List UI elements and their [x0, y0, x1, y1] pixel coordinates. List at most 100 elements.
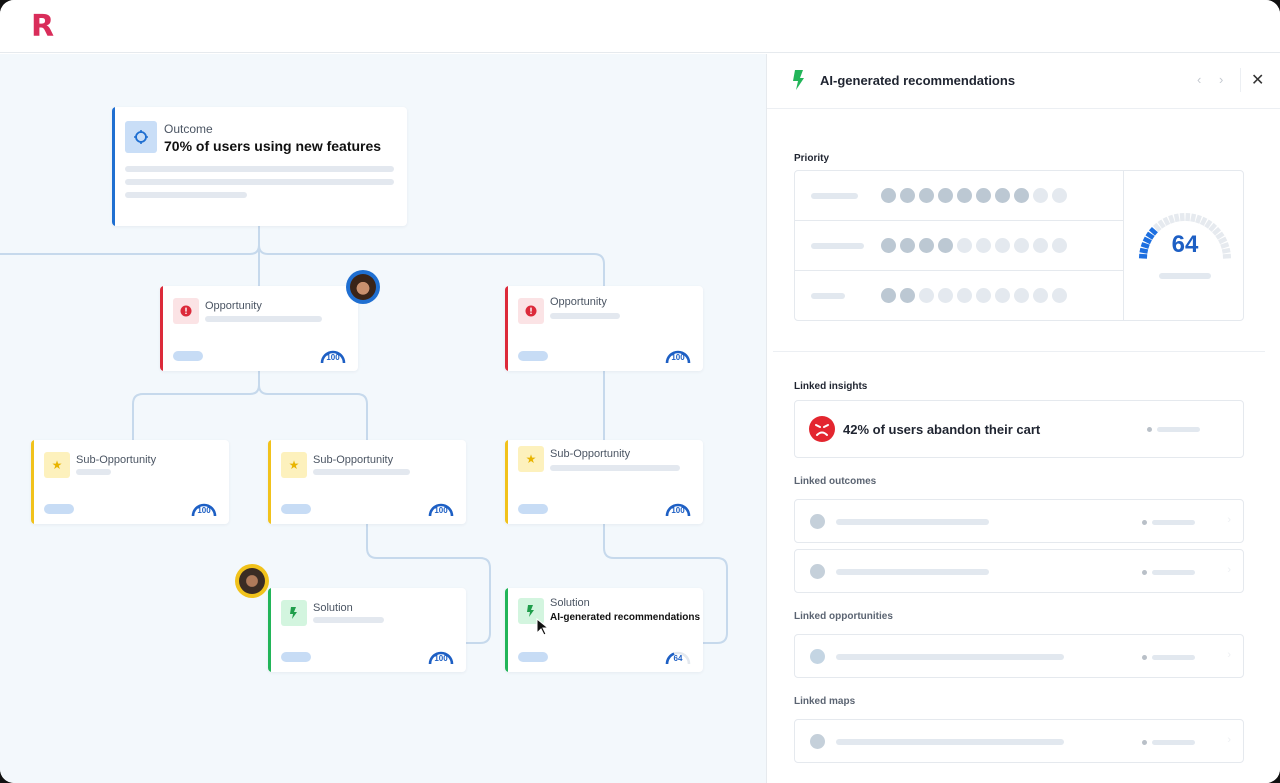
- avatar[interactable]: [235, 564, 269, 598]
- gauge-segment-empty: [1173, 213, 1180, 223]
- linked-outcome-item[interactable]: ›: [794, 549, 1244, 593]
- rating-dot-empty[interactable]: [1014, 238, 1029, 253]
- rating-dot-filled[interactable]: [976, 188, 991, 203]
- priority-box: 64: [794, 170, 1244, 321]
- status-pill: [518, 652, 548, 662]
- rating-dot-filled[interactable]: [900, 288, 915, 303]
- priority-row: [795, 221, 1124, 271]
- rating-dots[interactable]: [881, 238, 1067, 253]
- rating-dot-filled[interactable]: [995, 188, 1010, 203]
- solution-card[interactable]: Solution 100: [268, 588, 466, 672]
- rating-dot-empty[interactable]: [976, 288, 991, 303]
- star-icon: ★: [44, 452, 70, 478]
- score-value: 64: [673, 654, 683, 663]
- rating-dot-empty[interactable]: [938, 288, 953, 303]
- next-button[interactable]: ›: [1219, 72, 1223, 87]
- opportunity-card[interactable]: Opportunity 100: [505, 286, 703, 371]
- rating-dot-filled[interactable]: [881, 238, 896, 253]
- rating-dot-empty[interactable]: [957, 238, 972, 253]
- solution-card-selected[interactable]: Solution AI-generated recommendations 64: [505, 588, 703, 672]
- previous-button[interactable]: ‹: [1197, 72, 1201, 87]
- top-bar: R: [0, 0, 1280, 53]
- linked-maps-label: Linked maps: [794, 696, 856, 707]
- bolt-icon: [793, 70, 804, 90]
- rating-dot-filled[interactable]: [919, 238, 934, 253]
- linked-map-item[interactable]: ›: [794, 719, 1244, 763]
- score-gauge: 100: [191, 502, 217, 516]
- rating-dot-empty[interactable]: [1052, 288, 1067, 303]
- meta-dot: [1142, 655, 1147, 660]
- outcome-card[interactable]: Outcome 70% of users using new features: [112, 107, 407, 226]
- placeholder-line: [811, 243, 864, 249]
- panel-title: AI-generated recommendations: [820, 73, 1016, 88]
- placeholder-line: [836, 654, 1064, 660]
- star-icon: ★: [518, 446, 544, 472]
- rating-dot-empty[interactable]: [1052, 188, 1067, 203]
- rating-dot-filled[interactable]: [881, 288, 896, 303]
- rating-dot-empty[interactable]: [1033, 288, 1048, 303]
- close-button[interactable]: ✕: [1251, 70, 1264, 90]
- rating-dot-empty[interactable]: [1014, 288, 1029, 303]
- gauge-segment-empty: [1185, 212, 1191, 222]
- status-pill: [173, 351, 203, 361]
- linked-opportunity-item[interactable]: ›: [794, 634, 1244, 678]
- sub-opportunity-card[interactable]: ★ Sub-Opportunity 100: [31, 440, 229, 524]
- rating-dot-empty[interactable]: [1033, 238, 1048, 253]
- rating-dot-filled[interactable]: [900, 238, 915, 253]
- meta-dot: [1142, 570, 1147, 575]
- linked-outcome-item[interactable]: ›: [794, 499, 1244, 543]
- gauge-segment-empty: [1162, 216, 1171, 226]
- rating-dot-filled[interactable]: [938, 188, 953, 203]
- mouse-cursor-icon: [536, 618, 548, 636]
- sub-opportunity-card[interactable]: ★ Sub-Opportunity 100: [268, 440, 466, 524]
- insight-item[interactable]: 42% of users abandon their cart: [794, 400, 1244, 458]
- rating-dot-empty[interactable]: [957, 288, 972, 303]
- priority-score: 64: [1171, 231, 1199, 258]
- rating-dots[interactable]: [881, 188, 1067, 203]
- meta-dot: [1147, 427, 1152, 432]
- placeholder-line: [76, 469, 111, 475]
- rating-dot-filled[interactable]: [919, 188, 934, 203]
- rating-dot-filled[interactable]: [938, 238, 953, 253]
- avatar[interactable]: [346, 270, 380, 304]
- status-pill: [44, 504, 74, 514]
- divider: [1123, 171, 1124, 320]
- map-icon: [810, 734, 825, 749]
- meta-dot: [1142, 520, 1147, 525]
- rating-dot-filled[interactable]: [881, 188, 896, 203]
- placeholder-line: [550, 313, 620, 319]
- card-kind: Sub-Opportunity: [313, 454, 394, 466]
- gauge-segment-empty: [1190, 213, 1197, 223]
- card-kind: Sub-Opportunity: [76, 454, 157, 466]
- placeholder-line: [125, 179, 394, 185]
- rating-dot-empty[interactable]: [919, 288, 934, 303]
- rating-dot-filled[interactable]: [957, 188, 972, 203]
- card-stripe: [31, 440, 34, 524]
- opportunity-card[interactable]: Opportunity 100: [160, 286, 358, 371]
- logo[interactable]: R: [31, 12, 54, 42]
- alert-icon: [173, 298, 199, 324]
- placeholder-line: [1159, 273, 1211, 279]
- card-kind: Sub-Opportunity: [550, 448, 631, 460]
- placeholder-line: [1152, 655, 1195, 660]
- rating-dot-empty[interactable]: [995, 288, 1010, 303]
- gauge-segment-empty: [1204, 219, 1213, 229]
- rating-dot-empty[interactable]: [1052, 238, 1067, 253]
- solution-title: AI-generated recommendations: [550, 612, 701, 623]
- rating-dots[interactable]: [881, 288, 1067, 303]
- rating-dot-empty[interactable]: [976, 238, 991, 253]
- placeholder-line: [1152, 520, 1195, 525]
- score-gauge: 100: [428, 502, 454, 516]
- score-value: 100: [671, 506, 685, 515]
- rating-dot-empty[interactable]: [1033, 188, 1048, 203]
- outcome-icon: [810, 564, 825, 579]
- card-stripe: [505, 440, 508, 524]
- sub-opportunity-card[interactable]: ★ Sub-Opportunity 100: [505, 440, 703, 524]
- rating-dot-filled[interactable]: [900, 188, 915, 203]
- gauge-segment-empty: [1168, 214, 1175, 224]
- app-window: R Outcome 70% of users using new feature…: [0, 0, 1280, 783]
- rating-dot-empty[interactable]: [995, 238, 1010, 253]
- chevron-right-icon: ›: [1227, 649, 1231, 661]
- rating-dot-filled[interactable]: [1014, 188, 1029, 203]
- score-value: 100: [434, 654, 448, 663]
